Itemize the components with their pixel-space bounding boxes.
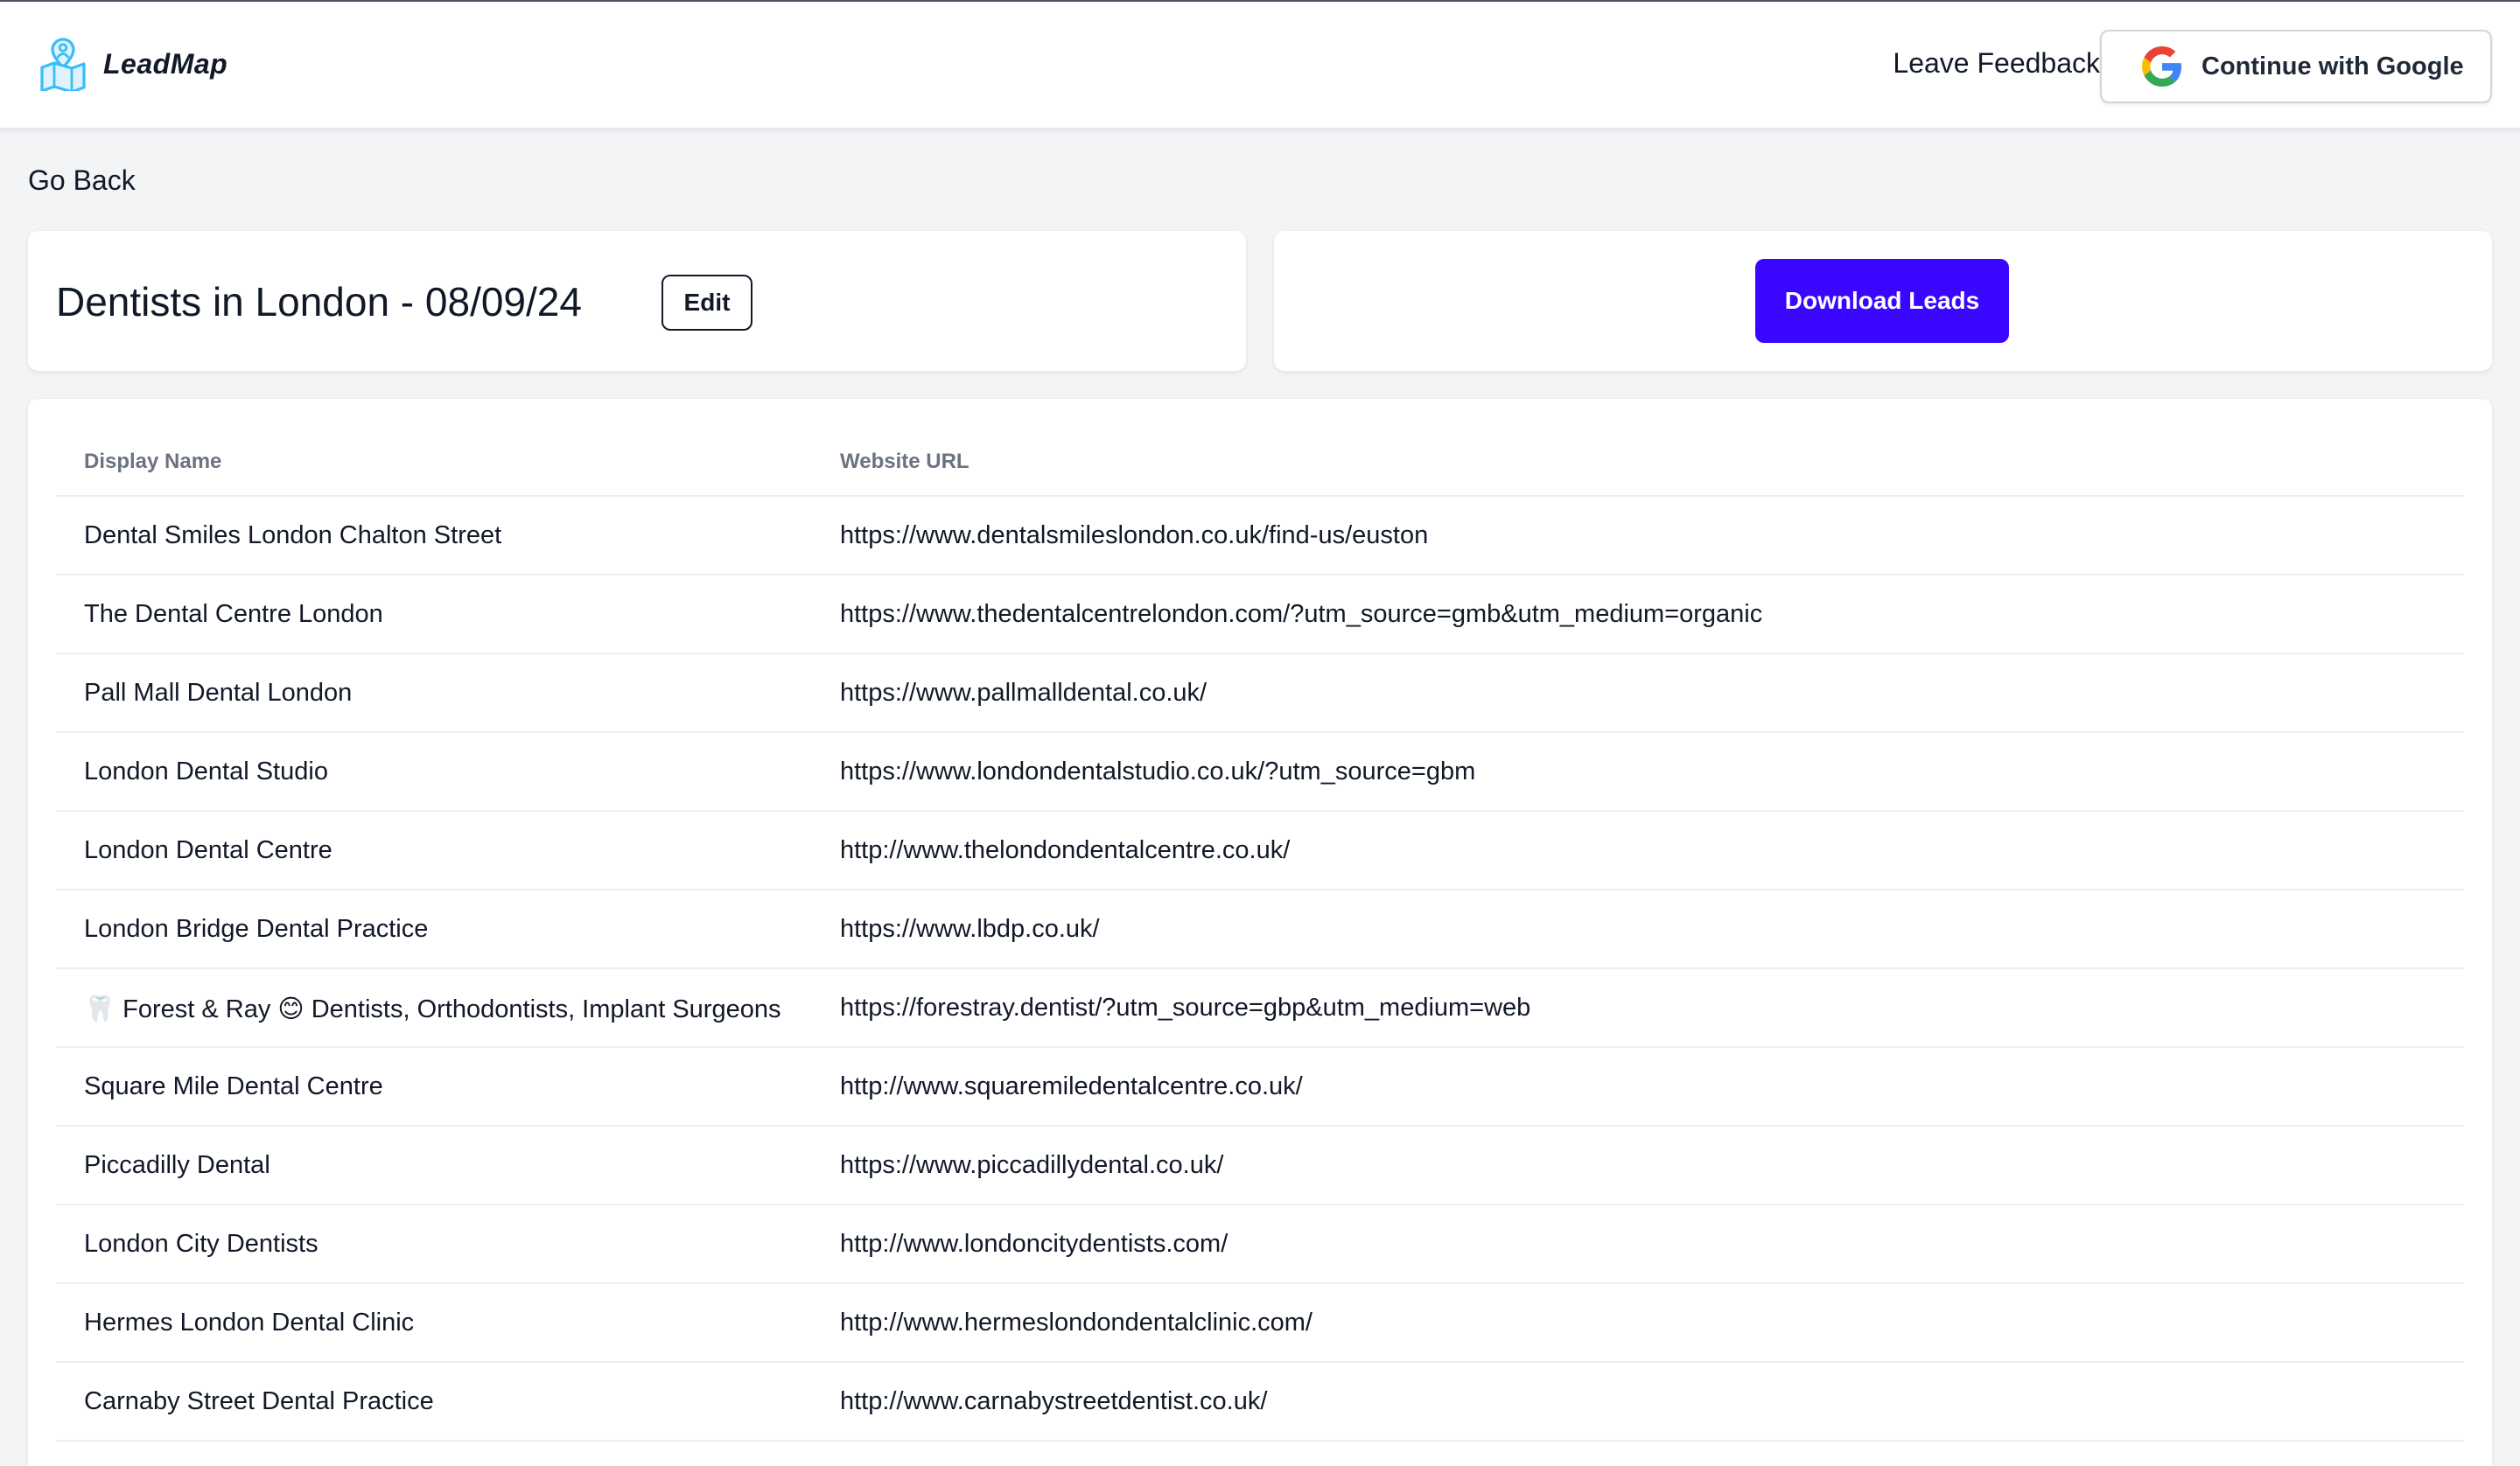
- display-name-cell: The Dental Centre London: [84, 600, 383, 628]
- google-button-label: Continue with Google: [2202, 52, 2464, 80]
- column-header-display-name: Display Name: [84, 450, 222, 473]
- leave-feedback-link[interactable]: Leave Feedback: [1893, 47, 2100, 80]
- go-back-link[interactable]: Go Back: [28, 164, 136, 197]
- logo-text: LeadMap: [103, 47, 228, 80]
- table-row[interactable]: Hermes London Dental Clinic http://www.h…: [56, 1284, 2464, 1363]
- website-url-cell: http://www.londoncitydentists.com/: [840, 1230, 1228, 1258]
- website-url-cell: https://www.pallmalldental.co.uk/: [840, 679, 1208, 707]
- display-name-cell: London City Dentists: [84, 1230, 318, 1258]
- table-row[interactable]: Dental Smiles London Chalton Street http…: [56, 497, 2464, 576]
- download-leads-button[interactable]: Download Leads: [1755, 259, 2009, 343]
- display-name-cell: 🦷 Forest & Ray 😊 Dentists, Orthodontists…: [84, 995, 781, 1023]
- website-url-cell: https://www.piccadillydental.co.uk/: [840, 1151, 1224, 1179]
- table-row[interactable]: London Bridge Dental Practice https://ww…: [56, 890, 2464, 969]
- leads-table: Display Name Website URL Dental Smiles L…: [28, 399, 2492, 1466]
- display-name-cell: Square Mile Dental Centre: [84, 1072, 383, 1100]
- display-name-cell: Pall Mall Dental London: [84, 679, 353, 707]
- top-navbar: LeadMap Leave Feedback Continue with Goo…: [0, 0, 2520, 129]
- website-url-cell: https://forestray.dentist/?utm_source=gb…: [840, 994, 1531, 1022]
- table-row[interactable]: London Dental Studio https://www.londond…: [56, 733, 2464, 812]
- title-card: Dentists in London - 08/09/24 Edit: [28, 231, 1246, 371]
- display-name-cell: Dental Smiles London Chalton Street: [84, 521, 502, 549]
- table-row[interactable]: London City Dentists http://www.londonci…: [56, 1205, 2464, 1284]
- table-row[interactable]: Square Mile Dental Centre http://www.squ…: [56, 1048, 2464, 1127]
- map-pin-person-icon: [40, 38, 86, 91]
- download-card: Download Leads: [1274, 231, 2492, 371]
- table-body: Dental Smiles London Chalton Street http…: [56, 497, 2464, 1442]
- table-row[interactable]: The Dental Centre London https://www.the…: [56, 576, 2464, 654]
- table-header: Display Name Website URL: [56, 450, 2464, 497]
- google-g-icon: [2142, 46, 2182, 87]
- display-name-cell: London Bridge Dental Practice: [84, 915, 429, 943]
- table-row[interactable]: Piccadilly Dental https://www.piccadilly…: [56, 1127, 2464, 1205]
- table-row[interactable]: Pall Mall Dental London https://www.pall…: [56, 654, 2464, 733]
- table-row[interactable]: Carnaby Street Dental Practice http://ww…: [56, 1363, 2464, 1442]
- website-url-cell: http://www.thelondondentalcentre.co.uk/: [840, 836, 1291, 864]
- website-url-cell: http://www.carnabystreetdentist.co.uk/: [840, 1387, 1268, 1415]
- website-url-cell: https://www.lbdp.co.uk/: [840, 915, 1100, 943]
- column-header-website-url: Website URL: [840, 450, 970, 473]
- page-title: Dentists in London - 08/09/24: [56, 279, 582, 325]
- website-url-cell: http://www.squaremiledentalcentre.co.uk/: [840, 1072, 1303, 1100]
- continue-with-google-button[interactable]: Continue with Google: [2100, 30, 2492, 103]
- table-row[interactable]: London Dental Centre http://www.thelondo…: [56, 812, 2464, 890]
- website-url-cell: https://www.thedentalcentrelondon.com/?u…: [840, 600, 1763, 628]
- table-row[interactable]: 🦷 Forest & Ray 😊 Dentists, Orthodontists…: [56, 969, 2464, 1048]
- website-url-cell: https://www.londondentalstudio.co.uk/?ut…: [840, 757, 1476, 785]
- display-name-cell: Piccadilly Dental: [84, 1151, 270, 1179]
- display-name-cell: Hermes London Dental Clinic: [84, 1309, 415, 1337]
- edit-button[interactable]: Edit: [662, 275, 752, 331]
- website-url-cell: http://www.hermeslondondentalclinic.com/: [840, 1309, 1312, 1337]
- logo[interactable]: LeadMap: [38, 37, 228, 91]
- website-url-cell: https://www.dentalsmileslondon.co.uk/fin…: [840, 521, 1429, 549]
- display-name-cell: Carnaby Street Dental Practice: [84, 1387, 434, 1415]
- display-name-cell: London Dental Centre: [84, 836, 332, 864]
- display-name-cell: London Dental Studio: [84, 757, 328, 785]
